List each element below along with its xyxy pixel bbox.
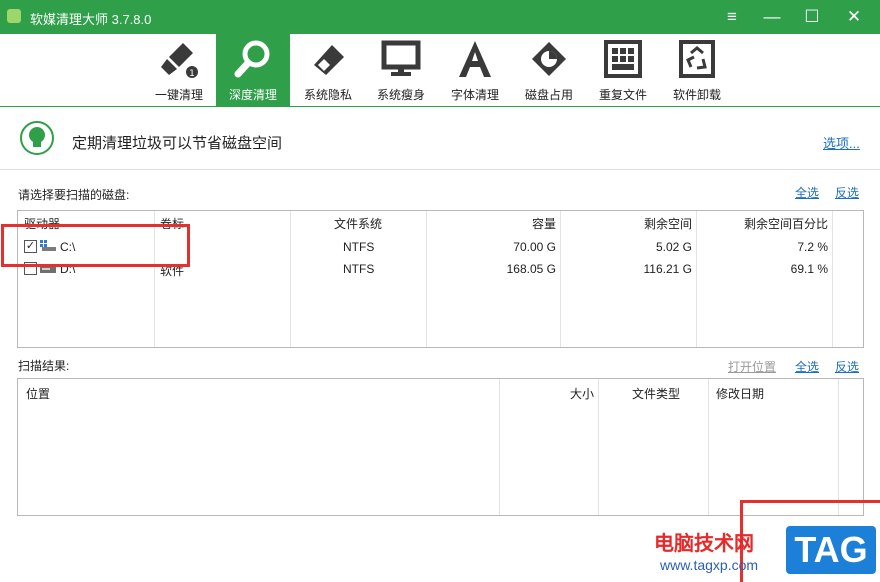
free-space: 116.21 G (643, 262, 692, 276)
tip-text: 定期清理垃圾可以节省磁盘空间 (72, 135, 283, 152)
main-toolbar: 1 一键清理 深度清理 系统隐私 系统瘦身 字体清理 磁盘占用 重复文件 软件卸… (0, 34, 880, 107)
tab-label: 磁盘占用 (524, 88, 573, 102)
highlight-box (1, 224, 190, 267)
monitor-icon (381, 40, 421, 76)
options-link[interactable]: 选项... (823, 133, 860, 152)
column-divider (598, 379, 599, 515)
recycle-bin-icon (679, 40, 715, 78)
free-percent: 69.1 % (790, 262, 828, 276)
lightbulb-icon (20, 121, 54, 155)
tab-label: 系统隐私 (303, 88, 352, 102)
maximize-button[interactable]: ☐ (792, 0, 832, 34)
watermark-tag-logo: TAG (786, 526, 876, 574)
tab-label: 系统瘦身 (376, 88, 425, 102)
tab-system-privacy[interactable]: 系统隐私 (291, 34, 365, 106)
eraser-icon (314, 45, 344, 75)
tab-label: 深度清理 (228, 88, 277, 102)
col-header-filesystem[interactable]: 文件系统 (334, 215, 382, 232)
tab-one-click-clean[interactable]: 1 一键清理 (142, 34, 216, 106)
col-header-size[interactable]: 大小 (570, 385, 594, 402)
col-header-capacity[interactable]: 容量 (532, 215, 556, 232)
minimize-button[interactable]: — (752, 0, 792, 34)
col-header-free-percent[interactable]: 剩余空间百分比 (744, 215, 828, 232)
result-table: 位置 大小 文件类型 修改日期 (17, 378, 864, 516)
col-header-free[interactable]: 剩余空间 (644, 215, 692, 232)
window-title: 软媒清理大师 3.7.8.0 (30, 12, 152, 27)
disk-invert-link[interactable]: 反选 (835, 184, 859, 201)
watermark-url: www.tagxp.com (660, 557, 759, 573)
column-divider (426, 211, 427, 347)
free-space: 5.02 G (655, 240, 692, 254)
column-divider (838, 379, 839, 515)
capacity: 70.00 G (513, 240, 556, 254)
col-header-location[interactable]: 位置 (26, 385, 50, 402)
open-location-link[interactable]: 打开位置 (728, 358, 776, 375)
column-divider (696, 211, 697, 347)
tab-label: 字体清理 (450, 88, 499, 102)
tab-disk-usage[interactable]: 磁盘占用 (512, 34, 586, 106)
result-invert-link[interactable]: 反选 (835, 358, 859, 375)
column-divider (832, 211, 833, 347)
svg-text:1: 1 (189, 69, 195, 79)
menu-button[interactable]: ≡ (712, 0, 752, 34)
watermark-site-name: 电脑技术网 (654, 533, 754, 555)
tab-font-clean[interactable]: 字体清理 (438, 34, 512, 106)
letter-a-icon (459, 41, 491, 77)
tab-system-slim[interactable]: 系统瘦身 (364, 34, 438, 106)
tab-label: 一键清理 (154, 88, 203, 102)
disk-pie-icon (532, 42, 566, 76)
title-bar: 软媒清理大师 3.7.8.0 ≡ — ☐ ✕ (0, 0, 880, 34)
magnifier-icon (234, 40, 270, 78)
column-divider (708, 379, 709, 515)
app-logo-icon (7, 9, 21, 23)
tab-label: 重复文件 (598, 88, 647, 102)
grid-file-icon (604, 40, 642, 78)
tab-label: 软件卸载 (672, 88, 721, 102)
capacity: 168.05 G (506, 262, 556, 276)
close-button[interactable]: ✕ (834, 0, 874, 34)
tab-uninstall[interactable]: 软件卸载 (660, 34, 734, 106)
free-percent: 7.2 % (797, 240, 828, 254)
filesystem: NTFS (343, 262, 375, 276)
tab-deep-clean[interactable]: 深度清理 (216, 34, 290, 106)
disk-section-label: 请选择要扫描的磁盘: (18, 188, 130, 202)
column-divider (560, 211, 561, 347)
broom-icon: 1 (161, 43, 198, 79)
result-section-label: 扫描结果: (18, 359, 70, 373)
tab-duplicate-files[interactable]: 重复文件 (586, 34, 660, 106)
column-divider (499, 379, 500, 515)
column-divider (290, 211, 291, 347)
col-header-modified-date[interactable]: 修改日期 (716, 385, 764, 402)
disk-select-all-link[interactable]: 全选 (795, 184, 819, 201)
filesystem: NTFS (343, 240, 375, 254)
tip-banner: 定期清理垃圾可以节省磁盘空间 选项... (0, 107, 880, 170)
result-select-all-link[interactable]: 全选 (795, 358, 819, 375)
col-header-file-type[interactable]: 文件类型 (632, 385, 680, 402)
